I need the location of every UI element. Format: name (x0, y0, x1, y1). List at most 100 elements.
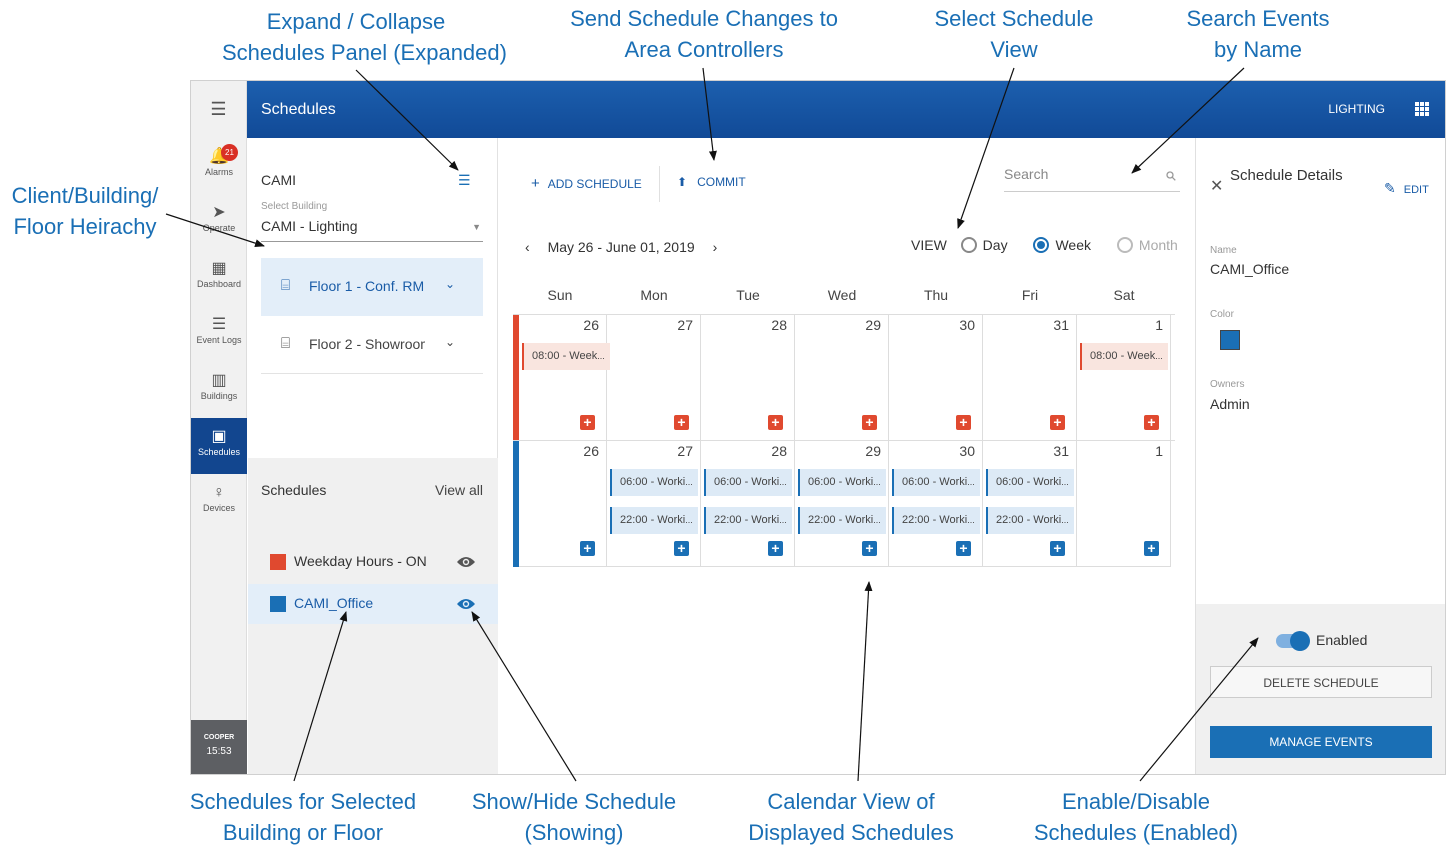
add-event-icon[interactable]: + (768, 541, 783, 556)
nav-item-alarms[interactable]: 🔔 21 Alarms (191, 138, 247, 194)
day-number: 28 (771, 317, 787, 333)
calendar-event[interactable]: 06:00 - Worki... (892, 469, 980, 496)
building-value: CAMI - Lighting (261, 218, 358, 234)
annotation-send-changes: Send Schedule Changes to Area Controller… (570, 3, 838, 65)
annotation-line: Search Events (1186, 6, 1330, 31)
annotation-line: Area Controllers (624, 37, 784, 62)
day-cell[interactable]: 26 08:00 - Week... + (519, 315, 610, 441)
day-number: 30 (959, 443, 975, 459)
event-label: 22:00 - Worki (620, 514, 686, 526)
calendar-event[interactable]: 06:00 - Worki... (704, 469, 792, 496)
chevron-down-icon[interactable]: ⌄ (445, 277, 455, 291)
details-actions: Enabled DELETE SCHEDULE MANAGE EVENTS (1196, 604, 1445, 774)
event-label: 06:00 - Worki (714, 476, 780, 488)
add-event-icon[interactable]: + (1144, 541, 1159, 556)
calendar-event[interactable]: 08:00 - Week... (522, 343, 610, 370)
add-event-icon[interactable]: + (580, 415, 595, 430)
event-label: 22:00 - Worki (902, 514, 968, 526)
nav-label: Dashboard (196, 279, 242, 289)
calendar-event[interactable]: 08:00 - Week... (1080, 343, 1168, 370)
day-cell[interactable]: 31 + (983, 315, 1077, 441)
add-event-icon[interactable]: + (1050, 541, 1065, 556)
commit-button[interactable]: ⬆ COMMIT (677, 175, 746, 189)
day-cell[interactable]: 31 06:00 - Worki... 22:00 - Worki... + (983, 441, 1077, 567)
add-event-icon[interactable]: + (580, 541, 595, 556)
building-select[interactable]: CAMI - Lighting ▼ (261, 218, 483, 242)
calendar-event[interactable]: 06:00 - Worki... (610, 469, 698, 496)
calendar-event[interactable]: 22:00 - Worki... (892, 507, 980, 534)
day-cell[interactable]: 1 08:00 - Week... + (1077, 315, 1171, 441)
calendar-event[interactable]: 22:00 - Worki... (610, 507, 698, 534)
search-input[interactable]: Search (1004, 166, 1180, 192)
day-cell[interactable]: 29 06:00 - Worki... 22:00 - Worki... + (795, 441, 889, 567)
annotation-line: Calendar View of (767, 789, 935, 814)
day-cell[interactable]: 27 + (607, 315, 701, 441)
add-event-icon[interactable]: + (1050, 415, 1065, 430)
schedule-item[interactable]: Weekday Hours - ON (248, 542, 498, 582)
add-event-icon[interactable]: + (956, 415, 971, 430)
nav-item-buildings[interactable]: ▥ Buildings (191, 362, 247, 418)
view-option-month[interactable]: Month (1107, 237, 1178, 253)
day-cell[interactable]: 29 + (795, 315, 889, 441)
day-cell[interactable]: 27 06:00 - Worki... 22:00 - Worki... + (607, 441, 701, 567)
event-label: 06:00 - Worki (902, 476, 968, 488)
day-cell[interactable]: 28 06:00 - Worki... 22:00 - Worki... + (701, 441, 795, 567)
add-event-icon[interactable]: + (674, 541, 689, 556)
nav-item-devices[interactable]: ♀ Devices (191, 474, 247, 530)
weekday-label: Sat (1113, 287, 1135, 303)
annotation-enable-disable: Enable/Disable Schedules (Enabled) (1030, 786, 1242, 848)
day-number: 1 (1155, 317, 1163, 333)
nav-item-dashboard[interactable]: ▦ Dashboard (191, 250, 247, 306)
annotation-line: Schedules (Enabled) (1033, 820, 1239, 845)
chevron-right-icon[interactable]: › (713, 239, 718, 255)
weekday-label: Mon (640, 287, 668, 303)
close-icon[interactable]: ✕ (1210, 176, 1223, 196)
view-option-week[interactable]: Week (1023, 237, 1091, 253)
add-event-icon[interactable]: + (674, 415, 689, 430)
add-event-icon[interactable]: + (862, 541, 877, 556)
weekday-label: Tue (736, 287, 760, 303)
add-event-icon[interactable]: + (956, 541, 971, 556)
apps-grid-icon[interactable] (1415, 102, 1429, 116)
add-schedule-button[interactable]: + ADD SCHEDULE (531, 175, 642, 192)
eye-icon[interactable] (456, 555, 476, 569)
enabled-toggle[interactable] (1276, 631, 1310, 651)
day-cell[interactable]: 30 + (889, 315, 983, 441)
day-cell[interactable]: 28 + (701, 315, 795, 441)
add-event-icon[interactable]: + (1144, 415, 1159, 430)
view-all-link[interactable]: View all (435, 482, 483, 498)
chevron-down-icon[interactable]: ⌄ (445, 335, 455, 349)
day-cell[interactable]: 26 + (519, 441, 607, 567)
edit-button[interactable]: ✎ EDIT (1384, 180, 1429, 197)
eye-icon[interactable] (456, 597, 476, 611)
menu-icon[interactable]: ☰ (191, 81, 247, 138)
calendar-event[interactable]: 22:00 - Worki... (704, 507, 792, 534)
annotation-line: Enable/Disable (1062, 789, 1210, 814)
event-label: 08:00 - Week (1090, 350, 1156, 362)
manage-events-button[interactable]: MANAGE EVENTS (1210, 726, 1432, 758)
day-cell[interactable]: 30 06:00 - Worki... 22:00 - Worki... + (889, 441, 983, 567)
event-label: 06:00 - Worki (808, 476, 874, 488)
view-option-day[interactable]: Day (951, 237, 1008, 253)
schedule-item[interactable]: CAMI_Office (248, 584, 498, 624)
calendar-event[interactable]: 06:00 - Worki... (986, 469, 1074, 496)
day-cell[interactable]: 1 + (1077, 441, 1171, 567)
nav-label: Alarms (204, 167, 233, 177)
nav-item-schedules[interactable]: ▣ Schedules (191, 418, 247, 474)
nav-item-event-logs[interactable]: ☰ Event Logs (191, 306, 247, 362)
floor-item[interactable]: ⌸ Floor 1 - Conf. RM ⌄ (261, 258, 483, 316)
app-switcher-label[interactable]: LIGHTING (1328, 81, 1385, 138)
calendar-event[interactable]: 22:00 - Worki... (986, 507, 1074, 534)
chevron-left-icon[interactable]: ‹ (525, 239, 530, 255)
toolbar-divider (659, 166, 660, 202)
floor-label: Floor 1 - Conf. RM (309, 278, 425, 294)
annotation-line: (Showing) (524, 820, 624, 845)
add-event-icon[interactable]: + (768, 415, 783, 430)
calendar-event[interactable]: 06:00 - Worki... (798, 469, 886, 496)
delete-schedule-button[interactable]: DELETE SCHEDULE (1210, 666, 1432, 698)
nav-item-operate[interactable]: ➤ Operate (191, 194, 247, 250)
floor-item[interactable]: ⌸ Floor 2 - Showroom ⌄ (261, 316, 483, 374)
collapse-panel-icon[interactable]: ☰ (458, 172, 471, 189)
calendar-event[interactable]: 22:00 - Worki... (798, 507, 886, 534)
add-event-icon[interactable]: + (862, 415, 877, 430)
